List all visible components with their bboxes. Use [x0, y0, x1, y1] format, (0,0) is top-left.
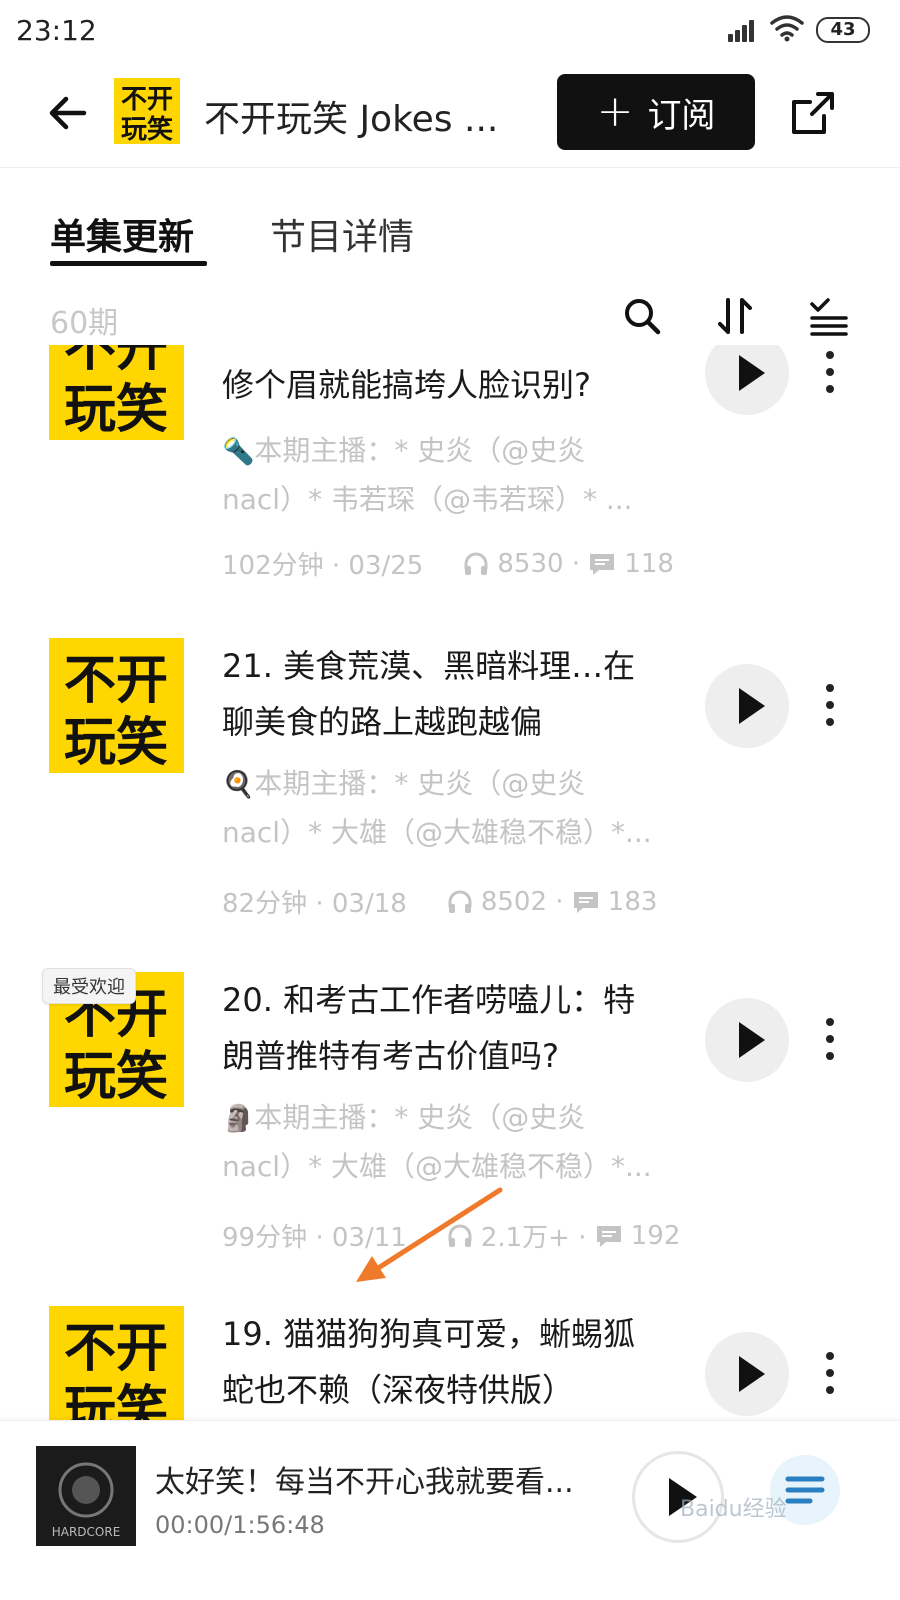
- episode-meta: 99分钟 · 03/11 2.1万+ · 192: [222, 1220, 681, 1254]
- headphones-icon: [448, 890, 472, 913]
- watermark: Baidu经验: [680, 1497, 787, 1522]
- tab-episodes[interactable]: 单集更新: [50, 208, 194, 260]
- share-icon[interactable]: [788, 88, 838, 138]
- episode-cover: 不开 玩笑: [49, 345, 184, 440]
- moai-icon: 🗿: [222, 1104, 255, 1134]
- episode-meta: 102分钟 · 03/25 8530 · 118: [222, 548, 674, 582]
- svg-text:玩笑: 玩笑: [64, 1381, 168, 1420]
- episode-description: 🔦本期主播：* 史炎（@史炎 nacl）* 韦若琛（@韦若琛）* ...: [222, 434, 633, 516]
- more-icon[interactable]: [820, 1350, 840, 1396]
- more-icon[interactable]: [820, 682, 840, 728]
- episode-cover: 不开 玩笑: [49, 638, 184, 773]
- search-icon[interactable]: [620, 294, 664, 338]
- episode-title: 修个眉就能搞垮人脸识别?: [222, 366, 591, 404]
- mini-player[interactable]: HARDCORE 太好笑！每当不开心我就要看... 00:00/1:56:48 …: [0, 1420, 900, 1600]
- multi-select-icon[interactable]: [808, 294, 852, 338]
- now-playing-cover: HARDCORE: [36, 1446, 136, 1546]
- comment-icon: [573, 891, 598, 913]
- status-time: 23:12: [16, 14, 97, 47]
- svg-text:不开: 不开: [121, 85, 173, 115]
- episode-description: 🗿本期主播：* 史炎（@史炎 nacl）* 大雄（@大雄稳不稳）*...: [222, 1101, 652, 1183]
- most-popular-badge: 最受欢迎: [42, 968, 136, 1004]
- svg-text:玩笑: 玩笑: [121, 114, 173, 144]
- episode-cover: 不开 玩笑: [49, 1306, 184, 1420]
- comment-icon: [596, 1225, 621, 1247]
- episode-title: 19. 猫猫狗狗真可爱，蜥蜴狐 蛇也不赖（深夜特供版）: [222, 1315, 636, 1409]
- episode-count: 60期: [50, 306, 119, 341]
- comment-icon: [590, 553, 615, 575]
- plus-icon: +: [596, 86, 634, 137]
- episode-description: 🍳本期主播：* 史炎（@史炎 nacl）* 大雄（@大雄稳不稳）*...: [222, 767, 652, 849]
- headphones-icon: [464, 552, 488, 575]
- svg-text:玩笑: 玩笑: [64, 380, 168, 440]
- more-icon[interactable]: [820, 1016, 840, 1062]
- tab-details[interactable]: 节目详情: [270, 208, 414, 260]
- episode-item[interactable]: 不开 玩笑 21. 美食荒漠、黑暗料理…在 聊美食的路上越跑越偏 🍳本期主播：*…: [0, 638, 900, 958]
- back-arrow-icon[interactable]: [44, 88, 94, 138]
- svg-text:HARDCORE: HARDCORE: [52, 1525, 121, 1539]
- active-tab-indicator: [50, 261, 207, 266]
- svg-text:不开: 不开: [64, 345, 168, 378]
- podcast-header: 不开 玩笑 不开玩笑 Jokes ... + 订阅: [0, 62, 900, 168]
- play-button[interactable]: [705, 998, 789, 1082]
- wifi-icon: [770, 15, 804, 42]
- episode-item[interactable]: 不开 玩笑 修个眉就能搞垮人脸识别? 🔦本期主播：* 史炎（@史炎 nacl）*…: [0, 345, 900, 625]
- now-playing-title: 太好笑！每当不开心我就要看...: [155, 1465, 574, 1500]
- frying-pan-icon: 🍳: [222, 770, 255, 800]
- episode-title: 20. 和考古工作者唠嗑儿：特 朗普推特有考古价值吗?: [222, 981, 636, 1075]
- episode-meta: 82分钟 · 03/18 8502 · 183: [222, 886, 658, 920]
- flashlight-icon: 🔦: [222, 437, 255, 467]
- subscribe-label: 订阅: [647, 95, 716, 136]
- svg-text:玩笑: 玩笑: [64, 1047, 168, 1107]
- svg-text:玩笑: 玩笑: [64, 713, 168, 773]
- episode-item[interactable]: 不开 玩笑 19. 猫猫狗狗真可爱，蜥蜴狐 蛇也不赖（深夜特供版）: [0, 1306, 900, 1420]
- play-button[interactable]: [705, 664, 789, 748]
- play-button[interactable]: [705, 345, 789, 415]
- sort-icon[interactable]: [714, 294, 758, 338]
- podcast-logo: 不开 玩笑: [114, 78, 180, 144]
- battery-indicator: 43: [816, 17, 870, 43]
- headphones-icon: [448, 1224, 472, 1247]
- episode-list: 不开 玩笑 修个眉就能搞垮人脸识别? 🔦本期主播：* 史炎（@史炎 nacl）*…: [0, 345, 900, 1420]
- episode-title: 21. 美食荒漠、黑暗料理…在 聊美食的路上越跑越偏: [222, 647, 636, 741]
- more-icon[interactable]: [820, 349, 840, 395]
- svg-text:不开: 不开: [64, 1319, 168, 1379]
- play-button[interactable]: [705, 1332, 789, 1416]
- signal-icon: [728, 18, 758, 42]
- episode-item[interactable]: 最受欢迎 不开 玩笑 20. 和考古工作者唠嗑儿：特 朗普推特有考古价值吗? 🗿…: [0, 968, 900, 1292]
- subscribe-button[interactable]: + 订阅: [557, 74, 755, 150]
- svg-text:不开: 不开: [64, 651, 168, 711]
- status-bar: 23:12 43: [0, 0, 900, 60]
- now-playing-time: 00:00/1:56:48: [155, 1511, 325, 1539]
- page-title: 不开玩笑 Jokes ...: [204, 99, 499, 140]
